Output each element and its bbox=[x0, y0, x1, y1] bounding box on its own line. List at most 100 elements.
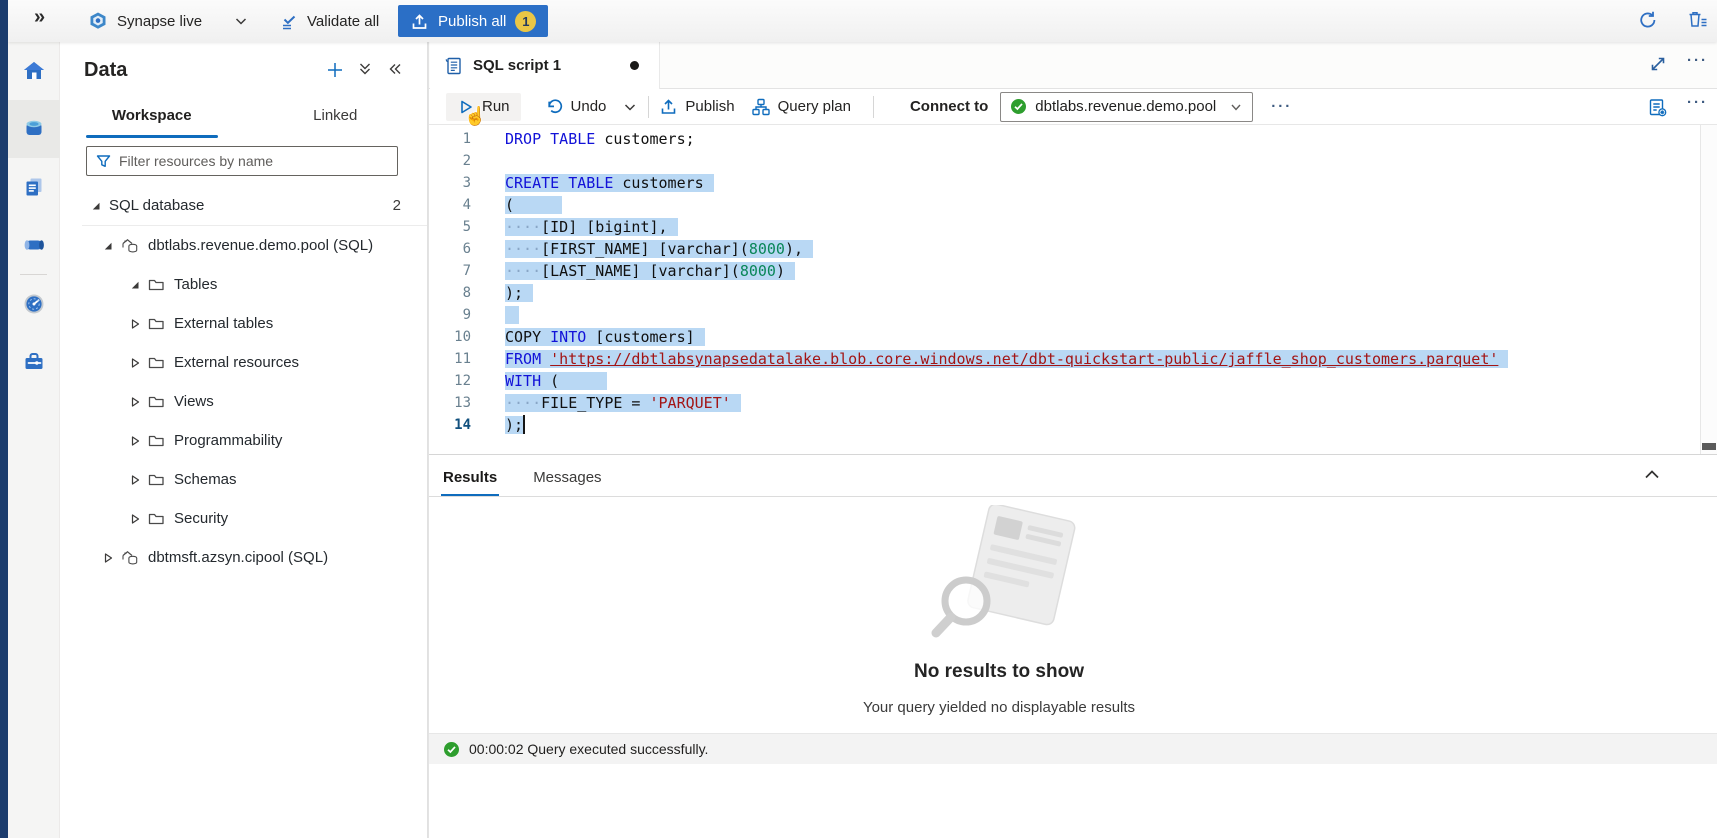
connect-to-label: Connect to bbox=[910, 98, 988, 115]
tree-row[interactable]: SQL database2 bbox=[60, 186, 427, 225]
nav-integrate[interactable] bbox=[8, 216, 60, 274]
sql-editor[interactable]: 1DROP TABLE customers;23 CREATE TABLE cus… bbox=[429, 125, 1717, 455]
overview-ruler[interactable] bbox=[1700, 125, 1717, 454]
filter-input[interactable] bbox=[119, 153, 389, 169]
toolbar-more-button[interactable]: ··· bbox=[1271, 98, 1292, 115]
code-line-8[interactable]: 8); bbox=[429, 282, 1700, 304]
validate-icon bbox=[280, 12, 299, 31]
chevron-collapsed-icon[interactable] bbox=[127, 474, 142, 486]
expand-editor-icon[interactable] bbox=[1649, 55, 1667, 73]
connection-dropdown[interactable]: dbtlabs.revenue.demo.pool bbox=[1000, 92, 1253, 122]
code-line-3[interactable]: 3 CREATE TABLE customers bbox=[429, 172, 1700, 194]
line-number: 14 bbox=[429, 414, 471, 436]
tree-row[interactable]: Tables bbox=[60, 265, 427, 304]
code-line-5[interactable]: 5····[ID] [bigint], bbox=[429, 216, 1700, 238]
data-icon bbox=[22, 117, 46, 141]
code-line-2[interactable]: 2 bbox=[429, 150, 1700, 172]
line-number: 1 bbox=[429, 128, 471, 150]
tree-label: dbtlabs.revenue.demo.pool (SQL) bbox=[148, 237, 373, 254]
code-line-1[interactable]: 1DROP TABLE customers; bbox=[429, 128, 1700, 150]
discard-trash-icon[interactable] bbox=[1686, 9, 1709, 31]
code-line-6[interactable]: 6····[FIRST_NAME] [varchar](8000), bbox=[429, 238, 1700, 260]
item-count: 2 bbox=[393, 197, 427, 214]
validate-all-label: Validate all bbox=[307, 13, 379, 30]
undo-button[interactable]: Undo bbox=[545, 98, 607, 116]
sql-pool-icon bbox=[121, 549, 139, 566]
collapse-all-icon[interactable] bbox=[356, 60, 374, 78]
nav-monitor[interactable] bbox=[8, 275, 60, 333]
environment-switcher[interactable]: Synapse live bbox=[88, 7, 249, 35]
collapse-results-chevron-icon[interactable] bbox=[1642, 465, 1662, 485]
tree-label: Tables bbox=[174, 276, 217, 293]
tree-label: Schemas bbox=[174, 471, 237, 488]
folder-icon bbox=[148, 394, 165, 409]
chevron-down-icon[interactable] bbox=[233, 13, 249, 29]
query-status-bar: 00:00:02 Query executed successfully. bbox=[429, 733, 1717, 764]
code-line-10[interactable]: 10COPY INTO [customers] bbox=[429, 326, 1700, 348]
selection-highlight: ····[LAST_NAME] [varchar](8000) bbox=[505, 262, 795, 280]
publish-all-button[interactable]: Publish all 1 bbox=[398, 5, 548, 37]
expand-breadcrumb-button[interactable]: » bbox=[34, 6, 45, 29]
toolbar-right-more-button[interactable]: ··· bbox=[1687, 94, 1708, 111]
chevron-collapsed-icon[interactable] bbox=[127, 435, 142, 447]
code-line-12[interactable]: 12WITH ( bbox=[429, 370, 1700, 392]
tab-messages[interactable]: Messages bbox=[531, 469, 603, 496]
tab-linked[interactable]: Linked bbox=[244, 100, 428, 136]
tree-row[interactable]: Views bbox=[60, 382, 427, 421]
tab-workspace[interactable]: Workspace bbox=[60, 100, 244, 136]
publish-up-icon bbox=[659, 97, 678, 116]
synapse-icon bbox=[88, 11, 108, 31]
chevron-expanded-icon[interactable] bbox=[88, 200, 103, 212]
code-line-14[interactable]: 14); bbox=[429, 414, 1700, 436]
tab-more-button[interactable]: ··· bbox=[1687, 52, 1708, 69]
code-line-4[interactable]: 4( bbox=[429, 194, 1700, 216]
tree-row[interactable]: Programmability bbox=[60, 421, 427, 460]
folder-icon bbox=[148, 355, 165, 370]
validate-all-button[interactable]: Validate all bbox=[280, 7, 379, 35]
refresh-icon[interactable] bbox=[1637, 9, 1659, 31]
tree-label: External resources bbox=[174, 354, 299, 371]
add-resource-button[interactable] bbox=[325, 60, 345, 80]
tree-row[interactable]: dbtlabs.revenue.demo.pool (SQL) bbox=[60, 226, 427, 265]
chevron-expanded-icon[interactable] bbox=[100, 240, 115, 252]
nav-data[interactable] bbox=[8, 100, 60, 158]
connection-name: dbtlabs.revenue.demo.pool bbox=[1035, 98, 1221, 115]
code-line-7[interactable]: 7····[LAST_NAME] [varchar](8000) bbox=[429, 260, 1700, 282]
undo-split-chevron-icon[interactable] bbox=[622, 99, 638, 115]
tree-row[interactable]: External tables bbox=[60, 304, 427, 343]
empty-title: No results to show bbox=[429, 661, 1569, 683]
selection-highlight: ); bbox=[505, 416, 523, 434]
tab-results[interactable]: Results bbox=[441, 469, 499, 496]
selection-highlight: ); bbox=[505, 284, 533, 302]
publish-button[interactable]: Publish bbox=[659, 97, 734, 116]
tree-row[interactable]: Schemas bbox=[60, 460, 427, 499]
nav-manage[interactable] bbox=[8, 333, 60, 391]
chevron-collapsed-icon[interactable] bbox=[127, 513, 142, 525]
nav-home[interactable] bbox=[8, 42, 60, 100]
chevron-collapsed-icon[interactable] bbox=[127, 396, 142, 408]
results-tab-bar: Results Messages bbox=[429, 455, 1717, 497]
line-number: 3 bbox=[429, 172, 471, 194]
line-number: 6 bbox=[429, 238, 471, 260]
synapse-studio-window: » Synapse live Validate all Publish all … bbox=[0, 0, 1717, 838]
chevron-collapsed-icon[interactable] bbox=[127, 357, 142, 369]
chevron-expanded-icon[interactable] bbox=[127, 279, 142, 291]
tab-sql-script-1[interactable]: SQL script 1 bbox=[430, 42, 660, 89]
code-line-13[interactable]: 13····FILE_TYPE = 'PARQUET' bbox=[429, 392, 1700, 414]
tree-row[interactable]: External resources bbox=[60, 343, 427, 382]
tree-label: Security bbox=[174, 510, 228, 527]
chevron-collapsed-icon[interactable] bbox=[127, 318, 142, 330]
nav-develop[interactable] bbox=[8, 158, 60, 216]
tree-row[interactable]: Security bbox=[60, 499, 427, 538]
chevron-collapsed-icon[interactable] bbox=[100, 552, 115, 564]
publish-label: Publish bbox=[685, 98, 734, 115]
code-line-9[interactable]: 9 bbox=[429, 304, 1700, 326]
sql-pool-icon bbox=[121, 237, 139, 254]
filter-box bbox=[86, 146, 398, 176]
selection-highlight: CREATE TABLE customers bbox=[505, 174, 714, 192]
code-line-11[interactable]: 11FROM 'https://dbtlabsynapsedatalake.bl… bbox=[429, 348, 1700, 370]
query-plan-button[interactable]: Query plan bbox=[751, 97, 851, 117]
collapse-panel-icon[interactable] bbox=[386, 60, 404, 78]
properties-icon[interactable] bbox=[1647, 97, 1668, 118]
tree-row[interactable]: dbtmsft.azsyn.cipool (SQL) bbox=[60, 538, 427, 577]
